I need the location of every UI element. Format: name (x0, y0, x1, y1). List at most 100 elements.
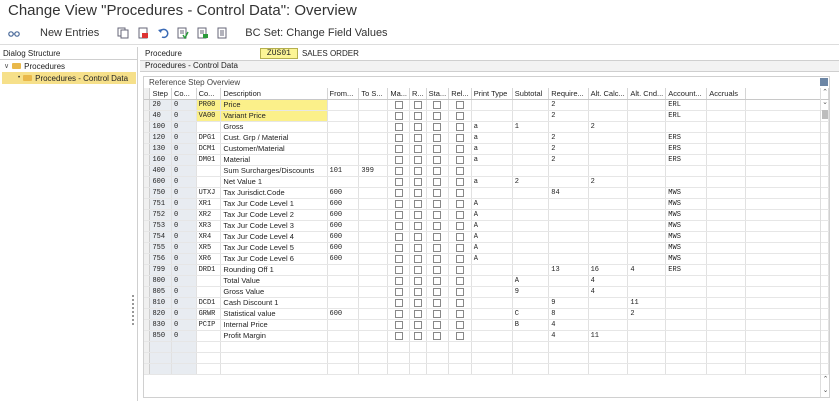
checkbox[interactable] (433, 244, 442, 252)
account-key-cell[interactable]: ERL (665, 110, 708, 122)
subtotal-cell[interactable] (512, 330, 550, 342)
print-type-cell[interactable] (471, 187, 513, 199)
alt-cond-base-cell[interactable] (627, 176, 667, 188)
print-type-cell[interactable]: a (471, 176, 513, 188)
checkbox[interactable] (455, 123, 464, 131)
accruals-cell[interactable] (706, 187, 746, 199)
checkbox[interactable] (413, 310, 422, 318)
tree-item-procedures[interactable]: ∨ Procedures (0, 60, 137, 72)
requirement-cell[interactable]: 2 (548, 143, 589, 155)
checkbox[interactable] (413, 299, 422, 307)
accruals-cell[interactable] (706, 209, 746, 221)
checkbox[interactable] (413, 332, 422, 340)
to-step-cell[interactable] (358, 319, 389, 331)
to-step-cell[interactable] (358, 209, 389, 221)
from-step-cell[interactable] (327, 275, 360, 287)
requirement-cell[interactable]: 2 (548, 154, 589, 166)
print-type-cell[interactable]: A (471, 231, 513, 243)
checkbox[interactable] (394, 101, 403, 109)
checkbox[interactable] (413, 112, 422, 120)
checkbox[interactable] (413, 156, 422, 164)
requirement-cell[interactable] (548, 176, 589, 188)
to-step-cell[interactable] (358, 110, 389, 122)
checkbox[interactable] (394, 277, 403, 285)
scroll-down-icon[interactable]: ⌄ (821, 98, 829, 108)
alt-calc-cell[interactable]: 2 (588, 121, 629, 133)
checkbox[interactable] (455, 266, 464, 274)
table-row[interactable]: 850 0 Profit Margin 4 11 (144, 330, 830, 342)
requirement-cell[interactable]: 4 (548, 319, 589, 331)
accruals-cell[interactable] (706, 319, 746, 331)
requirement-cell[interactable]: 2 (548, 110, 589, 122)
print-type-cell[interactable] (471, 110, 513, 122)
condition-type-cell[interactable] (196, 275, 222, 287)
condition-type-cell[interactable]: XR5 (196, 242, 222, 254)
condition-type-cell[interactable] (196, 176, 222, 188)
procedure-key-field[interactable]: ZUS01 (259, 48, 298, 59)
table-row[interactable]: 754 0 XR4 Tax Jur Code Level 4 600 A MWS (144, 231, 830, 243)
checkbox[interactable] (433, 178, 442, 186)
column-header[interactable]: Alt. Cnd... (627, 88, 667, 100)
from-step-cell[interactable] (327, 110, 360, 122)
condition-type-cell[interactable] (196, 286, 222, 298)
print-type-cell[interactable] (471, 99, 513, 111)
alt-cond-base-cell[interactable]: 4 (627, 264, 667, 276)
requirement-cell[interactable]: 9 (548, 297, 589, 309)
alt-calc-cell[interactable] (588, 253, 629, 265)
account-key-cell[interactable] (665, 330, 708, 342)
from-step-cell[interactable]: 600 (327, 242, 360, 254)
from-step-cell[interactable] (327, 176, 360, 188)
condition-type-cell[interactable]: GRWR (196, 308, 222, 320)
alt-calc-cell[interactable]: 11 (588, 330, 629, 342)
from-step-cell[interactable]: 600 (327, 308, 360, 320)
accruals-cell[interactable] (706, 154, 746, 166)
subtotal-cell[interactable] (512, 198, 550, 210)
subtotal-cell[interactable] (512, 297, 550, 309)
accruals-cell[interactable] (706, 231, 746, 243)
alt-calc-cell[interactable] (588, 319, 629, 331)
account-key-cell[interactable]: ERS (665, 132, 708, 144)
column-header[interactable]: To S... (358, 88, 389, 100)
condition-type-cell[interactable]: XR6 (196, 253, 222, 265)
subtotal-cell[interactable] (512, 110, 550, 122)
alt-calc-cell[interactable] (588, 154, 629, 166)
from-step-cell[interactable]: 600 (327, 209, 360, 221)
condition-type-cell[interactable]: DCD1 (196, 297, 222, 309)
alt-cond-base-cell[interactable] (627, 330, 667, 342)
accruals-cell[interactable] (706, 220, 746, 232)
scroll-up-icon[interactable]: ⌃ (821, 375, 830, 385)
alt-calc-cell[interactable] (588, 99, 629, 111)
checkbox[interactable] (413, 123, 422, 131)
from-step-cell[interactable] (327, 143, 360, 155)
alt-calc-cell[interactable] (588, 143, 629, 155)
alt-calc-cell[interactable]: 4 (588, 286, 629, 298)
requirement-cell[interactable] (548, 220, 589, 232)
checkbox[interactable] (433, 310, 442, 318)
condition-type-cell[interactable]: UTXJ (196, 187, 222, 199)
to-step-cell[interactable] (358, 198, 389, 210)
checkbox[interactable] (433, 123, 442, 131)
print-type-cell[interactable]: A (471, 209, 513, 221)
print-type-cell[interactable]: a (471, 121, 513, 133)
accruals-cell[interactable] (706, 264, 746, 276)
table-row[interactable]: 751 0 XR1 Tax Jur Code Level 1 600 A MWS (144, 198, 830, 210)
alt-cond-base-cell[interactable] (627, 99, 667, 111)
table-row[interactable]: 20 0 PR00 Price 2 ERL (144, 99, 830, 111)
accruals-cell[interactable] (706, 132, 746, 144)
to-step-cell[interactable] (358, 143, 389, 155)
checkbox[interactable] (433, 255, 442, 263)
to-step-cell[interactable] (358, 132, 389, 144)
checkbox[interactable] (394, 123, 403, 131)
to-step-cell[interactable] (358, 242, 389, 254)
subtotal-cell[interactable]: 1 (512, 121, 550, 133)
alt-cond-base-cell[interactable]: 2 (627, 308, 667, 320)
condition-type-cell[interactable] (196, 165, 222, 177)
checkbox[interactable] (455, 211, 464, 219)
checkbox[interactable] (433, 156, 442, 164)
from-step-cell[interactable] (327, 99, 360, 111)
from-step-cell[interactable] (327, 264, 360, 276)
checkbox[interactable] (394, 211, 403, 219)
glasses-button[interactable] (8, 27, 20, 39)
accruals-cell[interactable] (706, 242, 746, 254)
column-header[interactable]: Description (220, 88, 328, 100)
